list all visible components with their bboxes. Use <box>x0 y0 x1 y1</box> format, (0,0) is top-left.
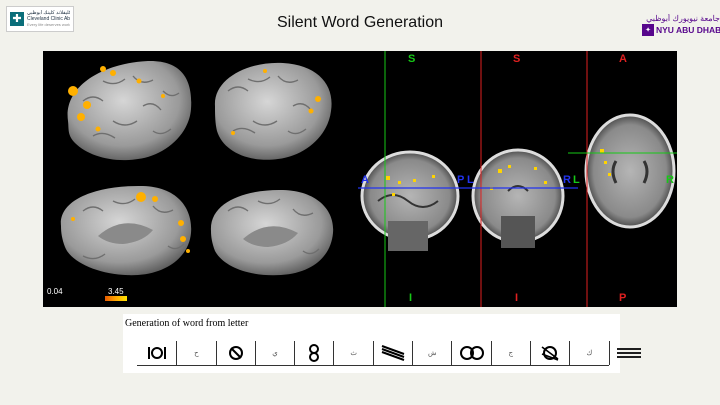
label-right-coronal: R <box>563 174 571 186</box>
label-anterior-sagittal: A <box>361 174 369 186</box>
logo-right-arabic: جامعة نيويورك أبوظبي <box>646 14 720 23</box>
logo-right-english: NYU ABU DHABI <box>656 25 720 35</box>
label-superior-coronal: S <box>513 53 521 65</box>
figure-eight-icon <box>294 341 333 365</box>
stimulus-letter: ك <box>569 341 608 365</box>
nyu-abu-dhabi-logo: جامعة نيويورك أبوظبي ✦ NYU ABU DHABI <box>642 14 720 42</box>
coronal-slice <box>471 148 565 248</box>
crossed-circle-icon <box>529 341 569 365</box>
stimulus-sequence: ح ي ث ش ج ك <box>137 341 641 366</box>
stimulus-letter: ح <box>176 341 215 365</box>
right-medial-brain <box>210 189 334 276</box>
left-medial-brain <box>60 185 192 276</box>
label-inferior-coronal: I <box>515 292 519 304</box>
colorbar <box>105 296 127 301</box>
label-left-axial: L <box>573 174 580 186</box>
label-posterior-axial: P <box>619 292 627 304</box>
mri-slices <box>358 51 677 307</box>
stimulus-letter: ي <box>254 341 294 365</box>
circle-bars-icon <box>137 341 176 365</box>
brain-surface-renderings <box>60 60 334 276</box>
fmri-figure: 0.04 3.45 S S A A P L R L R I I P <box>43 51 677 307</box>
colorbar-min: 0.04 <box>47 287 63 296</box>
diagonal-lines-icon <box>372 341 412 365</box>
stimulus-letter: ش <box>412 341 451 365</box>
label-right-axial: R <box>666 174 674 186</box>
label-superior-sagittal: S <box>408 53 416 65</box>
stimulus-panel: Generation of word from letter ح ي ث ش ج… <box>123 314 641 373</box>
double-circle-icon <box>451 341 490 365</box>
colorbar-max: 3.45 <box>108 287 124 296</box>
sagittal-slice <box>360 150 460 251</box>
label-posterior-sagittal: P <box>457 174 465 186</box>
label-left-coronal: L <box>467 174 474 186</box>
slide-title: Silent Word Generation <box>276 14 443 31</box>
label-inferior-sagittal: I <box>409 292 413 304</box>
right-lateral-brain <box>214 62 332 160</box>
slashed-circle-icon <box>215 341 255 365</box>
axial-slice <box>584 113 676 229</box>
stimulus-letter: ث <box>333 341 372 365</box>
nyu-torch-icon: ✦ <box>642 24 654 36</box>
label-anterior-axial: A <box>619 53 627 65</box>
stimulus-letter: ج <box>490 341 530 365</box>
triple-lines-icon <box>608 341 648 365</box>
left-lateral-brain <box>67 60 192 161</box>
stimulus-title: Generation of word from letter <box>125 318 249 329</box>
